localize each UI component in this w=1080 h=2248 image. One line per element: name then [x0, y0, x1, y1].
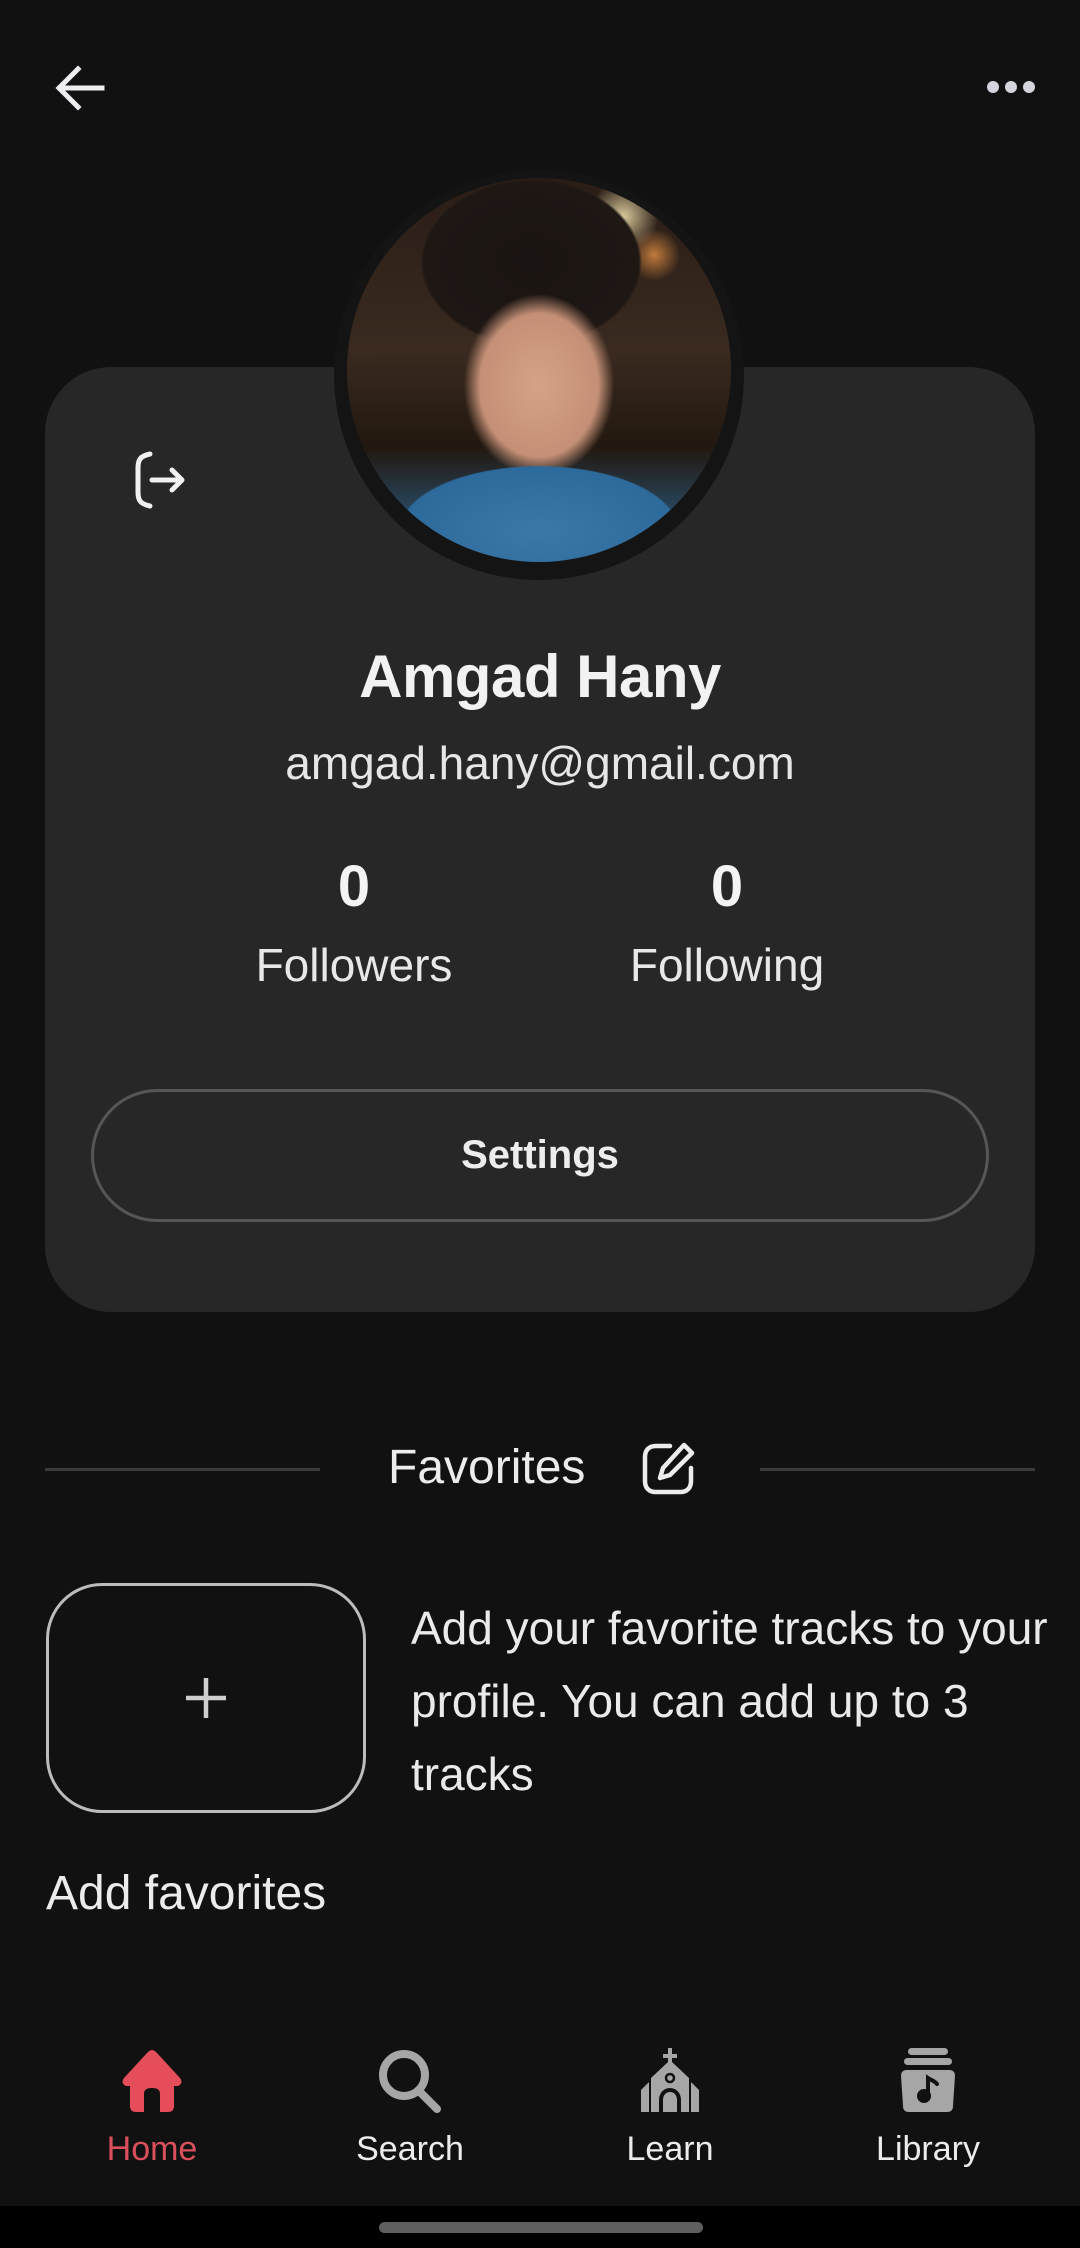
following-count: 0 [710, 854, 744, 919]
logout-button[interactable] [120, 440, 200, 520]
nav-item-learn[interactable]: Learn [560, 2000, 780, 2200]
plus-icon [186, 1678, 226, 1718]
logout-icon [135, 451, 185, 509]
profile-name: Amgad Hany [359, 643, 721, 710]
home-icon [122, 2050, 182, 2112]
church-icon [641, 2048, 699, 2112]
nav-item-home[interactable]: Home [42, 2000, 262, 2200]
bottom-navigation: Home Search Learn Library [0, 2000, 1080, 2206]
nav-label-learn: Learn [626, 2130, 714, 2168]
profile-screen: Amgad Hany amgad.hany@gmail.com 0 Follow… [0, 0, 1080, 2248]
add-favorite-tile[interactable] [46, 1583, 366, 1813]
edit-icon [642, 1442, 695, 1495]
add-favorites-link[interactable]: Add favorites [46, 1866, 326, 1921]
home-indicator[interactable] [379, 2222, 703, 2233]
library-icon [901, 2048, 955, 2112]
following-stat[interactable]: 0 Following [577, 858, 877, 992]
nav-label-home: Home [106, 2130, 198, 2168]
nav-label-search: Search [356, 2130, 464, 2168]
edit-favorites-button[interactable] [638, 1438, 700, 1500]
back-button[interactable] [44, 52, 116, 124]
followers-stat[interactable]: 0 Followers [204, 858, 504, 992]
following-label: Following [629, 939, 825, 991]
more-horizontal-icon [987, 81, 1035, 93]
profile-email: amgad.hany@gmail.com [285, 737, 795, 789]
avatar[interactable] [347, 178, 731, 562]
more-options-button[interactable] [976, 62, 1046, 112]
followers-count: 0 [337, 854, 371, 919]
arrow-left-icon [55, 65, 105, 111]
divider-left [45, 1468, 320, 1471]
settings-button[interactable]: Settings [91, 1089, 989, 1222]
divider-right [760, 1468, 1035, 1471]
favorites-description: Add your favorite tracks to your profile… [411, 1602, 1048, 1800]
favorites-title: Favorites [388, 1441, 586, 1494]
nav-item-search[interactable]: Search [300, 2000, 520, 2200]
nav-label-library: Library [876, 2130, 980, 2168]
followers-label: Followers [255, 939, 453, 991]
search-icon [379, 2050, 441, 2113]
nav-item-library[interactable]: Library [818, 2000, 1038, 2200]
